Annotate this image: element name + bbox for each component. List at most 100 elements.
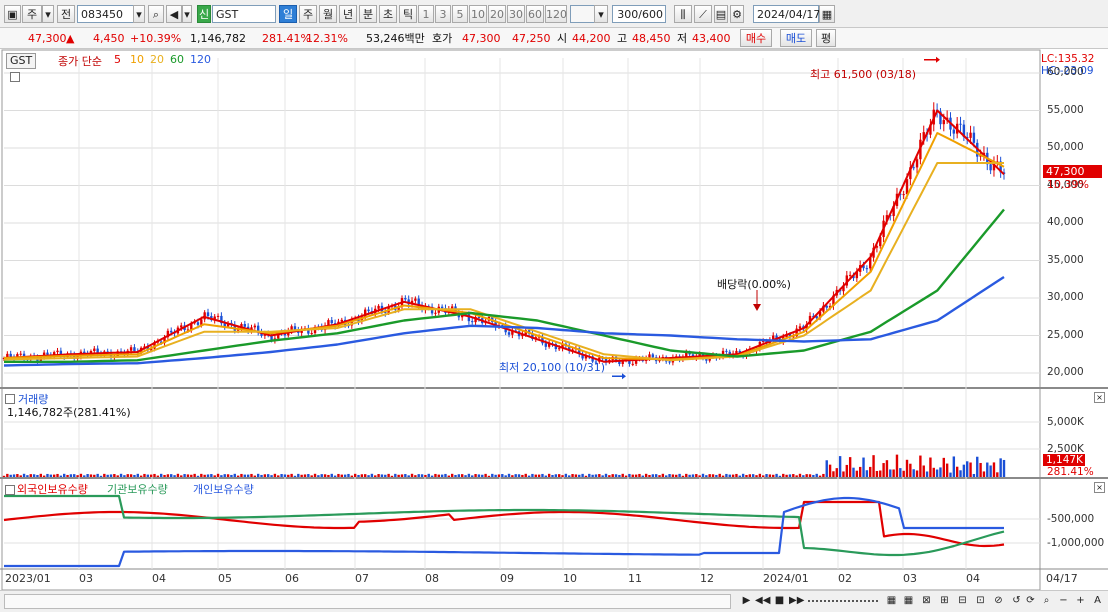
x-axis-label: 02 [838,572,852,585]
tool-icon[interactable]: ⊡ [974,594,987,607]
volume-bar [119,473,123,477]
minus-icon[interactable]: − [1057,594,1070,607]
legend-ma60[interactable]: 60 [170,53,184,66]
x-axis-label: 04 [152,572,166,585]
volume-bar [909,463,912,477]
volume-bar [818,475,822,477]
volume-bar [531,473,534,477]
price-chart-svg[interactable] [0,0,1108,611]
volume-bar [812,474,815,477]
close-icon[interactable]: × [1094,392,1105,403]
volume-bar [982,471,986,477]
volume-bar [665,475,668,477]
volume-bar [952,456,956,477]
volume-bar [966,461,969,477]
volume-bar [581,473,584,477]
plus-icon[interactable]: + [1074,594,1087,607]
price-tick-label: 25,000 [1047,328,1084,341]
volume-bar [367,475,370,477]
volume-bar [845,464,849,477]
volume-bar [892,469,895,477]
bottom-scrollbar[interactable]: ▶ ◀◀ ■ ▶▶ ▦ ▦ ⊠ ⊞ ⊟ ⊡ ⊘ ↺ ⟳ ⌕ − + A [0,590,1108,612]
tool-icon[interactable]: ⊞ [938,594,951,607]
volume-bar [230,474,233,477]
current-pct-tag: 10.39% [1047,178,1089,191]
volume-tag: 1,147K [1043,454,1085,466]
close-icon[interactable]: × [1094,482,1105,493]
volume-bar [654,474,658,477]
undo-icon[interactable]: ↺ [1010,594,1023,607]
volume-bar [223,474,226,477]
volume-bar [123,475,126,477]
refresh-icon[interactable]: ⟳ [1024,594,1037,607]
scroll-right-icon[interactable]: ▶ [740,594,753,607]
volume-bar [186,474,190,477]
volume-bar [76,475,79,477]
holdings-tick-1000k: -1,000,000 [1047,537,1105,549]
volume-bar [688,474,691,477]
volume-bar [56,473,59,477]
volume-bar [869,466,872,477]
volume-bar [333,475,337,477]
volume-bar [460,474,464,477]
volume-bar [166,474,170,477]
volume-bar [287,474,290,477]
fast-forward-icon[interactable]: ▶▶ [789,594,804,607]
volume-bar [29,474,32,477]
legend-ma120[interactable]: 120 [190,53,211,66]
tool-icon[interactable]: ⊘ [992,594,1005,607]
volume-bar [374,475,377,477]
tool-icon[interactable]: ⊟ [956,594,969,607]
legend-ma20[interactable]: 20 [150,53,164,66]
volume-bar [624,475,628,477]
candle-body [969,132,972,138]
volume-bar [116,475,119,477]
volume-bar [414,475,417,477]
volume-bar [745,474,748,477]
x-axis-label: 07 [355,572,369,585]
stop-icon[interactable]: ■ [773,594,786,607]
legend-ma5[interactable]: 5 [114,53,121,66]
volume-bar [534,474,537,477]
volume-bar [457,474,461,477]
volume-bar [277,475,280,477]
volume-bar [83,475,86,477]
grid-icon[interactable]: ▦ [885,594,898,607]
volume-bar [875,470,879,477]
volume-bar [962,464,966,477]
volume-bar [651,474,655,477]
holdings-toggle-icon[interactable] [5,485,15,495]
legend-foreign: 외국인보유수량 [17,483,88,496]
volume-bar [554,474,558,477]
volume-bar [992,462,996,477]
volume-bar [384,474,387,477]
volume-bar [765,474,768,477]
zoom-slider[interactable] [808,600,878,602]
text-tool-icon[interactable]: A [1091,594,1104,607]
volume-bar [922,465,925,477]
volume-toggle-icon[interactable] [5,394,15,404]
volume-bar [741,473,745,477]
volume-bar [86,474,89,477]
volume-bar [915,470,919,477]
magnify-icon[interactable]: ⌕ [1040,594,1053,607]
volume-bar [634,474,638,477]
volume-bar [317,475,320,477]
volume-bar [226,474,230,477]
volume-bar [584,475,588,477]
volume-bar [628,473,631,477]
rewind-icon[interactable]: ◀◀ [755,594,770,607]
volume-bar [544,475,548,477]
legend-ma10[interactable]: 10 [130,53,144,66]
volume-bar [808,474,812,477]
tool-icon[interactable]: ⊠ [920,594,933,607]
volume-bar [899,468,902,477]
grid-toggle-icon[interactable] [10,72,20,82]
legend-stock-name[interactable]: GST [6,53,37,69]
candle-body [902,194,905,196]
volume-bar [190,474,193,477]
scroll-track[interactable] [4,594,731,609]
volume-bar [46,473,49,477]
legend-individual: 개인보유수량 [193,483,254,496]
grid-icon[interactable]: ▦ [902,594,915,607]
